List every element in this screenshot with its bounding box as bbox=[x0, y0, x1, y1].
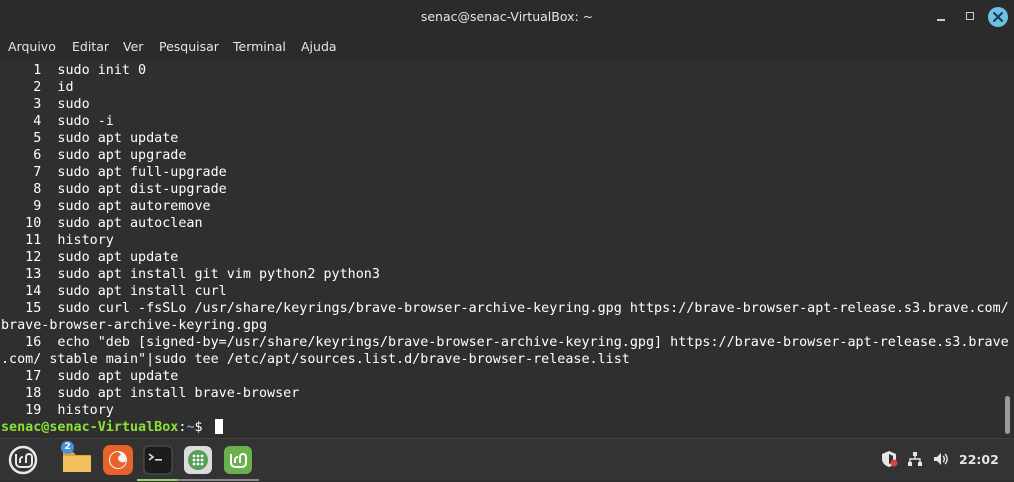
terminal-line: 8 sudo apt dist-upgrade bbox=[1, 182, 227, 197]
prompt-symbol: $ bbox=[194, 420, 211, 435]
clock[interactable]: 22:02 bbox=[959, 452, 999, 467]
terminal-line: 9 sudo apt autoremove bbox=[1, 199, 211, 214]
taskbar: 2 22:02 bbox=[0, 438, 1014, 481]
terminal-line: 13 sudo apt install git vim python2 pyth… bbox=[1, 267, 380, 282]
text-cursor bbox=[214, 419, 223, 434]
prompt-user-host: senac@senac-VirtualBox bbox=[1, 420, 179, 435]
terminal-line: 12 sudo apt update bbox=[1, 250, 179, 265]
menu-ajuda[interactable]: Ajuda bbox=[301, 39, 337, 54]
terminal-icon bbox=[143, 445, 173, 475]
terminal-line: 18 sudo apt install brave-browser bbox=[1, 386, 300, 401]
apps-launcher[interactable] bbox=[177, 443, 219, 481]
mint-menu-button[interactable] bbox=[6, 443, 40, 477]
menu-bar: Arquivo Editar Ver Pesquisar Terminal Aj… bbox=[0, 34, 1014, 60]
firefox-launcher[interactable] bbox=[101, 443, 135, 477]
terminal-line: 5 sudo apt update bbox=[1, 131, 179, 146]
terminal-line: 16 echo "deb [signed-by=/usr/share/keyri… bbox=[1, 335, 1009, 350]
prompt-path: ~ bbox=[186, 420, 195, 435]
terminal-line: 7 sudo apt full-upgrade bbox=[1, 165, 227, 180]
shield-icon bbox=[882, 451, 898, 467]
menu-ver[interactable]: Ver bbox=[123, 39, 143, 54]
menu-editar[interactable]: Editar bbox=[72, 39, 109, 54]
terminal-line: 10 sudo apt autoclean bbox=[1, 216, 203, 231]
network-tray[interactable] bbox=[906, 450, 924, 468]
terminal-line: 11 history bbox=[1, 233, 114, 248]
terminal-line: 1 sudo init 0 bbox=[1, 63, 147, 78]
mint-menu-icon bbox=[8, 445, 38, 475]
menu-terminal[interactable]: Terminal bbox=[233, 39, 286, 54]
volume-tray[interactable] bbox=[932, 450, 950, 468]
terminal-line: 6 sudo apt upgrade bbox=[1, 148, 187, 163]
volume-icon bbox=[934, 453, 948, 465]
terminal-line: 17 sudo apt update bbox=[1, 369, 179, 384]
window-titlebar[interactable]: senac@senac-VirtualBox: ~ bbox=[0, 0, 1014, 34]
terminal-line: 2 id bbox=[1, 80, 74, 95]
scrollbar-thumb[interactable] bbox=[1005, 396, 1010, 434]
terminal-line: 4 sudo -i bbox=[1, 114, 114, 129]
maximize-button[interactable] bbox=[961, 8, 979, 26]
close-button[interactable] bbox=[988, 7, 1008, 27]
mint-update-icon bbox=[224, 446, 252, 474]
terminal-line: 3 sudo bbox=[1, 97, 90, 112]
terminal-line: 19 history bbox=[1, 403, 114, 418]
terminal-line: 14 sudo apt install curl bbox=[1, 284, 227, 299]
terminal-line: .com/ stable main"|sudo tee /etc/apt/sou… bbox=[1, 352, 630, 367]
update-manager-launcher[interactable] bbox=[217, 443, 259, 481]
menu-arquivo[interactable]: Arquivo bbox=[8, 39, 56, 54]
terminal-output[interactable]: 1 sudo init 0 2 id 3 sudo 4 sudo -i 5 su… bbox=[0, 60, 1014, 438]
network-icon bbox=[908, 452, 922, 466]
files-badge: 2 bbox=[61, 441, 74, 454]
close-icon bbox=[993, 12, 1003, 22]
terminal-launcher[interactable] bbox=[137, 443, 179, 481]
apps-grid-icon bbox=[184, 446, 212, 474]
firefox-icon bbox=[103, 445, 133, 475]
terminal-line: brave-browser-archive-keyring.gpg bbox=[1, 318, 268, 333]
window-title: senac@senac-VirtualBox: ~ bbox=[420, 9, 594, 24]
menu-pesquisar[interactable]: Pesquisar bbox=[159, 39, 219, 54]
terminal-line: 15 sudo curl -fsSLo /usr/share/keyrings/… bbox=[1, 301, 1009, 316]
update-shield-tray[interactable] bbox=[880, 450, 898, 468]
minimize-button[interactable] bbox=[932, 8, 950, 26]
terminal-prompt[interactable]: senac@senac-VirtualBox:~$ bbox=[1, 419, 223, 436]
